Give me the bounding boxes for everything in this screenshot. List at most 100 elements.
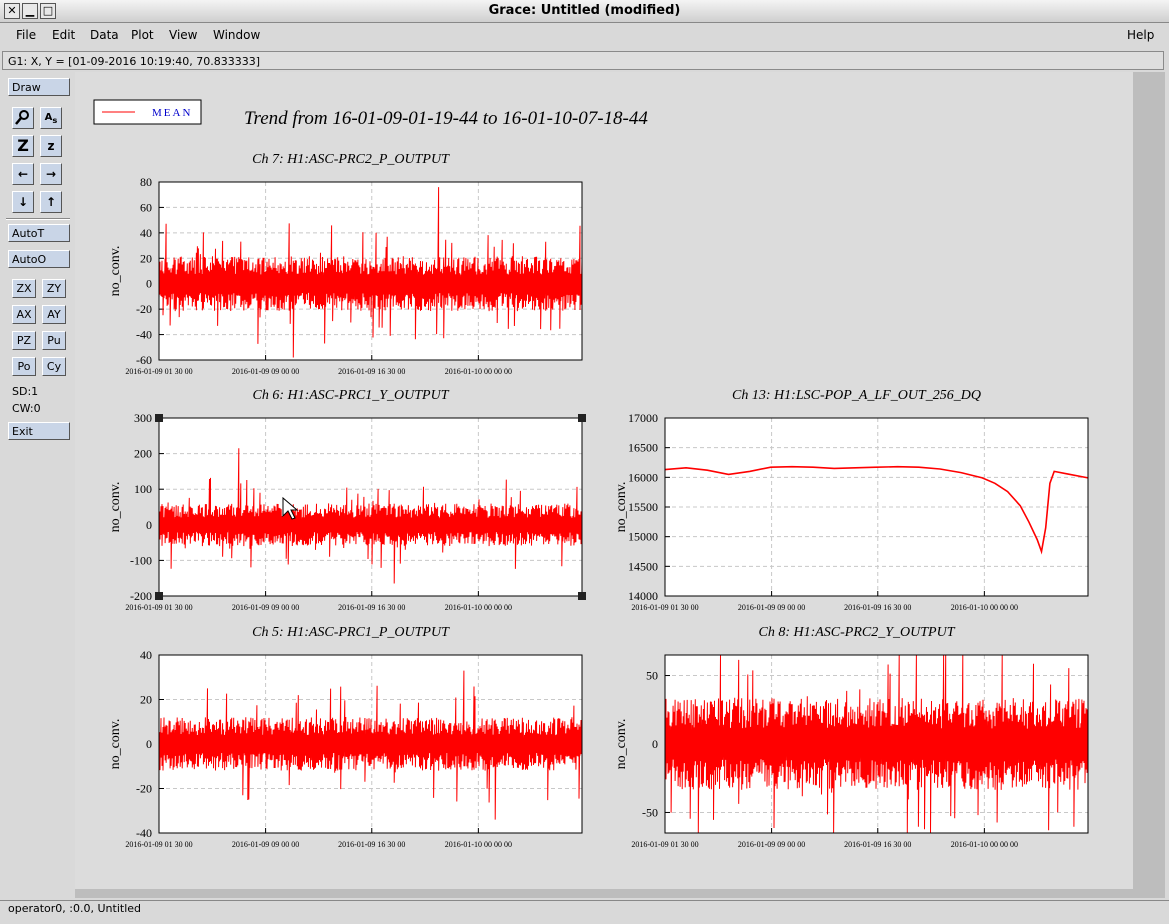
x-tick-label: 2016-01-09 09 00 00 <box>232 603 299 612</box>
title-bar: ✕ ▁ □ Grace: Untitled (modified) <box>0 0 1169 23</box>
chart-3[interactable]: -40 -20 0 20 40 2016-01-09 01 30 00 2016-01-09… <box>108 625 583 849</box>
toolbar: Draw As Z z ← → ↓ ↑ AutoT AutoO ZX ZY AX… <box>0 72 74 898</box>
y-axis-label: no_conv. <box>614 482 629 533</box>
selection-handle[interactable] <box>155 414 163 422</box>
y-tick-label: -40 <box>136 328 152 342</box>
x-tick-label: 2016-01-09 09 00 00 <box>232 367 299 376</box>
z-icon[interactable]: z <box>40 135 62 157</box>
menu-view[interactable]: View <box>169 28 197 42</box>
menu-window[interactable]: Window <box>213 28 260 42</box>
x-tick-label: 2016-01-09 01 30 00 <box>125 367 192 376</box>
y-tick-label: 14500 <box>628 559 658 573</box>
ax-button[interactable]: AX <box>12 305 36 324</box>
chart-2[interactable]: 14000 14500 15000 15500 16000 16500 17000 2016-… <box>614 388 1089 612</box>
y-tick-label: -100 <box>130 553 152 567</box>
menu-plot[interactable]: Plot <box>131 28 154 42</box>
y-tick-label: 0 <box>146 518 152 532</box>
x-tick-label: 2016-01-09 16 30 00 <box>338 603 405 612</box>
window-title: Grace: Untitled (modified) <box>488 3 681 18</box>
y-tick-label: -40 <box>136 826 152 840</box>
plot-canvas[interactable]: MEAN Trend from 16-01-09-01-19-44 to 16-… <box>75 72 1133 889</box>
selection-handle[interactable] <box>578 414 586 422</box>
menu-edit[interactable]: Edit <box>52 28 75 42</box>
zx-button[interactable]: ZX <box>12 279 36 298</box>
y-tick-label: -20 <box>136 782 152 796</box>
chart-title: Ch 6: H1:ASC-PRC1_Y_OUTPUT <box>252 388 449 403</box>
ay-button[interactable]: AY <box>42 305 66 324</box>
selection-handle[interactable] <box>578 592 586 600</box>
magnifier-icon[interactable] <box>12 107 34 129</box>
y-tick-label: 17000 <box>628 411 658 425</box>
chart-1[interactable]: -200 -100 0 100 200 300 2016-01-09 01 30 00 201… <box>108 388 586 612</box>
y-tick-label: 20 <box>140 693 152 707</box>
arrow-down-icon[interactable]: ↓ <box>12 191 34 213</box>
status-bar: operator0, :0.0, Untitled <box>0 900 1169 924</box>
exit-button[interactable]: Exit <box>8 422 70 440</box>
y-tick-label: 16000 <box>628 470 658 484</box>
chart-title: Ch 5: H1:ASC-PRC1_P_OUTPUT <box>252 625 450 640</box>
x-tick-label: 2016-01-09 16 30 00 <box>338 840 405 849</box>
menu-data[interactable]: Data <box>90 28 119 42</box>
current-world: CW:0 <box>12 402 41 415</box>
autoo-button[interactable]: AutoO <box>8 250 70 268</box>
x-tick-label: 2016-01-09 01 30 00 <box>631 603 698 612</box>
y-tick-label: 80 <box>140 175 152 189</box>
y-tick-label: 14000 <box>628 589 658 603</box>
y-tick-label: 200 <box>134 447 152 461</box>
x-tick-label: 2016-01-09 09 00 00 <box>738 840 805 849</box>
y-tick-label: 100 <box>134 482 152 496</box>
y-tick-label: 20 <box>140 251 152 265</box>
legend[interactable]: MEAN <box>93 99 202 125</box>
y-tick-label: -20 <box>136 302 152 316</box>
y-tick-label: 40 <box>140 648 152 662</box>
y-tick-label: -50 <box>642 805 658 819</box>
chart-0[interactable]: -60 -40 -20 0 20 40 60 80 2016-01-09 01 30 00 201… <box>108 152 583 376</box>
menu-file[interactable]: File <box>16 28 36 42</box>
chart-4[interactable]: -50 0 50 2016-01-09 01 30 00 2016-01-09 09 0… <box>614 625 1089 849</box>
menu-help[interactable]: Help <box>1127 28 1154 42</box>
y-axis-label: no_conv. <box>108 719 123 770</box>
autoscale-text-icon[interactable]: As <box>40 107 62 129</box>
draw-button[interactable]: Draw <box>8 78 70 96</box>
autot-button[interactable]: AutoT <box>8 224 70 242</box>
x-tick-label: 2016-01-09 16 30 00 <box>338 367 405 376</box>
y-tick-label: 0 <box>146 277 152 291</box>
chart-title: Ch 8: H1:ASC-PRC2_Y_OUTPUT <box>758 625 955 640</box>
x-tick-label: 2016-01-10 00 00 00 <box>445 840 512 849</box>
y-tick-label: 300 <box>134 411 152 425</box>
po-button[interactable]: Po <box>12 357 36 376</box>
x-tick-label: 2016-01-09 09 00 00 <box>738 603 805 612</box>
arrow-up-icon[interactable]: ↑ <box>40 191 62 213</box>
pu-button[interactable]: Pu <box>42 331 66 350</box>
stack-depth: SD:1 <box>12 385 39 398</box>
y-tick-label: 0 <box>652 737 658 751</box>
x-tick-label: 2016-01-10 00 00 00 <box>445 603 512 612</box>
x-tick-label: 2016-01-09 01 30 00 <box>125 840 192 849</box>
zoom-icon[interactable]: Z <box>12 135 34 157</box>
canvas-frame: MEAN Trend from 16-01-09-01-19-44 to 16-… <box>75 72 1165 898</box>
arrow-left-icon[interactable]: ← <box>12 163 34 185</box>
cy-button[interactable]: Cy <box>42 357 66 376</box>
arrow-right-icon[interactable]: → <box>40 163 62 185</box>
plot-area[interactable]: MEAN Trend from 16-01-09-01-19-44 to 16-… <box>75 72 1133 889</box>
plot-title: Trend from 16-01-09-01-19-44 to 16-01-10… <box>244 108 648 129</box>
x-tick-label: 2016-01-10 00 00 00 <box>445 367 512 376</box>
menu-bar: File Edit Data Plot View Window Help <box>0 23 1169 49</box>
selection-handle[interactable] <box>155 592 163 600</box>
y-axis-label: no_conv. <box>614 719 629 770</box>
y-tick-label: 60 <box>140 200 152 214</box>
x-tick-label: 2016-01-09 16 30 00 <box>844 840 911 849</box>
y-tick-label: 16500 <box>628 441 658 455</box>
x-tick-label: 2016-01-10 00 00 00 <box>951 840 1018 849</box>
y-axis-label: no_conv. <box>108 246 123 297</box>
x-tick-label: 2016-01-10 00 00 00 <box>951 603 1018 612</box>
zy-button[interactable]: ZY <box>42 279 66 298</box>
y-tick-label: 50 <box>646 669 658 683</box>
x-tick-label: 2016-01-09 01 30 00 <box>631 840 698 849</box>
legend-label: MEAN <box>152 107 192 119</box>
pz-button[interactable]: PZ <box>12 331 36 350</box>
chart-title: Ch 7: H1:ASC-PRC2_P_OUTPUT <box>252 152 450 167</box>
y-tick-label: -200 <box>130 589 152 603</box>
x-tick-label: 2016-01-09 16 30 00 <box>844 603 911 612</box>
toolbar-divider <box>6 218 70 220</box>
